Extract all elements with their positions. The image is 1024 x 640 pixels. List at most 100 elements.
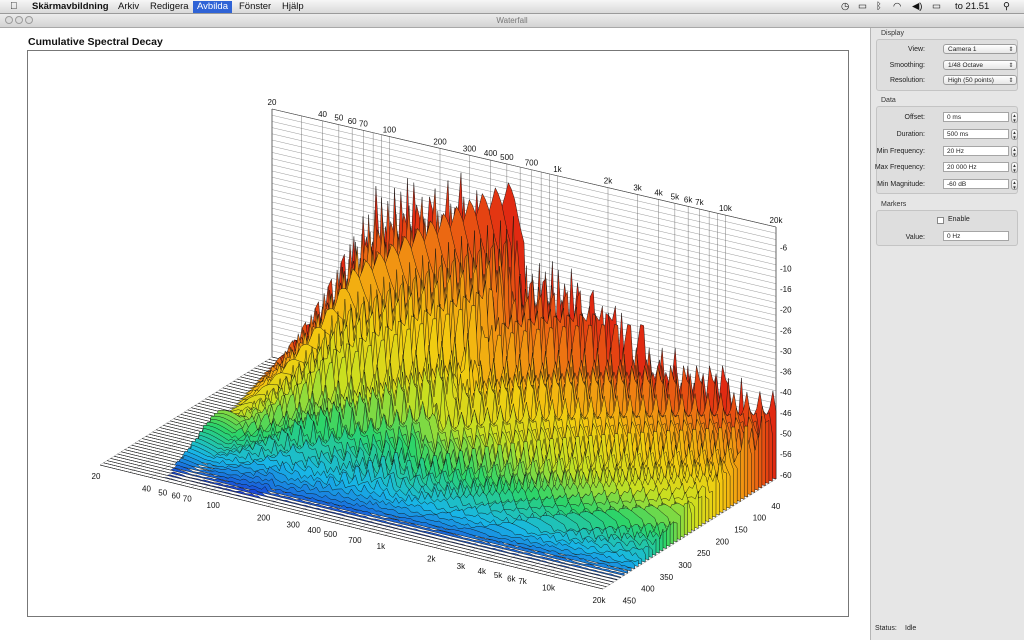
back-frequency-tick-label: 40 bbox=[318, 110, 327, 119]
waterfall-plot[interactable]: 20 40 50 60 70 100 200 300 400 500 700 1k 2k 3k 4k 5k 6k… bbox=[27, 50, 849, 617]
duration-label: Duration: bbox=[896, 131, 925, 138]
magnitude-tick-label: -50 bbox=[780, 430, 792, 439]
resolution-select[interactable]: High (50 points) ⇕ bbox=[943, 75, 1017, 85]
magnitude-tick-label: -56 bbox=[780, 450, 792, 459]
magnitude-tick-label: -20 bbox=[780, 306, 792, 315]
offset-field[interactable]: 0 ms bbox=[943, 112, 1009, 122]
magnitude-tick-label: -36 bbox=[780, 368, 792, 377]
magnitude-tick-label: -6 bbox=[780, 244, 788, 253]
back-wall-gridline bbox=[271, 108, 777, 228]
back-frequency-tick-label: 3k bbox=[633, 184, 642, 193]
magnitude-tick-label: -30 bbox=[780, 347, 792, 356]
view-select[interactable]: Camera 1 ⇕ bbox=[943, 44, 1017, 54]
front-frequency-tick-label: 20k bbox=[593, 596, 607, 605]
front-frequency-tick-label: 1k bbox=[377, 542, 386, 551]
back-frequency-tick-label: 6k bbox=[684, 195, 693, 204]
popup-arrows-icon: ⇕ bbox=[1008, 78, 1014, 84]
magnitude-tick-label: -16 bbox=[780, 285, 792, 294]
status-label: Status: bbox=[875, 625, 897, 632]
back-frequency-tick-label: 70 bbox=[359, 119, 368, 128]
menu-hjalp[interactable]: Hjälp bbox=[278, 1, 308, 13]
data-section-title: Data bbox=[881, 97, 896, 104]
offset-stepper[interactable]: ▲ ▼ bbox=[1011, 112, 1018, 123]
status-value: Idle bbox=[905, 625, 917, 632]
apple-menu-icon[interactable]:  bbox=[6, 1, 22, 13]
duration-field[interactable]: 500 ms bbox=[943, 129, 1009, 139]
enable-label: Enable bbox=[948, 216, 970, 223]
min-frequency-field[interactable]: 20 Hz bbox=[943, 146, 1009, 156]
duration-stepper[interactable]: ▲ ▼ bbox=[1011, 129, 1018, 140]
back-frequency-tick-label: 300 bbox=[463, 144, 477, 153]
back-frequency-tick-label: 10k bbox=[719, 204, 733, 213]
magnitude-tick-label: -40 bbox=[780, 388, 792, 397]
window-title: Waterfall bbox=[496, 16, 528, 25]
offset-label: Offset: bbox=[904, 114, 926, 121]
back-frequency-tick-label: 500 bbox=[500, 153, 514, 162]
spotlight-icon[interactable]: ⚲ bbox=[1003, 1, 1010, 12]
time-tick-label: 40 bbox=[771, 502, 780, 511]
max-frequency-field[interactable]: 20 000 Hz bbox=[943, 162, 1009, 172]
min-frequency-stepper[interactable]: ▲ ▼ bbox=[1011, 146, 1018, 157]
resolution-label: Resolution: bbox=[889, 77, 925, 84]
display-group: View: Camera 1 ⇕ Smoothing: 1/48 Octave ⇕ … bbox=[876, 39, 1018, 91]
close-button[interactable] bbox=[5, 16, 13, 24]
back-wall-gridline bbox=[271, 115, 777, 234]
menu-app-name[interactable]: Skärmavbildning bbox=[28, 1, 113, 13]
back-frequency-tick-label: 2k bbox=[604, 177, 613, 186]
data-group: Offset: 0 ms ▲ ▼ Duration: 500 ms ▲ ▼ Min … bbox=[874, 106, 1018, 194]
back-frequency-tick-label: 400 bbox=[484, 149, 498, 158]
back-wall-gridline bbox=[271, 127, 777, 247]
menu-arkiv[interactable]: Arkiv bbox=[114, 1, 143, 13]
view-label: View: bbox=[908, 46, 925, 53]
time-tick-label: 200 bbox=[716, 537, 730, 546]
display-icon[interactable]: ▭ bbox=[858, 1, 867, 12]
volume-icon[interactable]: ◀) bbox=[912, 1, 922, 12]
popup-arrows-icon: ⇕ bbox=[1008, 47, 1014, 53]
marker-value-field[interactable]: 0 Hz bbox=[943, 231, 1009, 241]
front-frequency-tick-label: 100 bbox=[207, 501, 221, 510]
menu-redigera[interactable]: Redigera bbox=[146, 1, 193, 13]
minimize-button[interactable] bbox=[15, 16, 23, 24]
magnitude-tick-label: -26 bbox=[780, 326, 792, 335]
time-tick-label: 400 bbox=[641, 585, 655, 594]
bluetooth-icon[interactable]: ᛒ bbox=[876, 1, 882, 12]
zoom-button[interactable] bbox=[25, 16, 33, 24]
front-frequency-tick-label: 7k bbox=[518, 577, 527, 586]
chart-title: Cumulative Spectral Decay bbox=[28, 36, 163, 48]
front-frequency-tick-label: 40 bbox=[142, 484, 151, 493]
clock[interactable]: to 21.51 bbox=[955, 1, 989, 12]
back-wall-gridline bbox=[271, 121, 777, 240]
wifi-icon[interactable]: ◠ bbox=[893, 1, 901, 12]
display-section-title: Display bbox=[881, 30, 904, 37]
smoothing-select[interactable]: 1/48 Octave ⇕ bbox=[943, 60, 1017, 70]
max-frequency-stepper[interactable]: ▲ ▼ bbox=[1011, 162, 1018, 173]
min-magnitude-label: Min Magnitude: bbox=[877, 181, 925, 188]
marker-value-label: Value: bbox=[905, 234, 925, 241]
menu-fonster[interactable]: Fönster bbox=[235, 1, 275, 13]
front-frequency-tick-label: 5k bbox=[494, 571, 503, 580]
time-machine-icon[interactable]: ◷ bbox=[841, 1, 849, 12]
magnitude-tick-label: -60 bbox=[780, 471, 792, 480]
min-frequency-label: Min Frequency: bbox=[876, 148, 925, 155]
window-title-bar: Waterfall bbox=[0, 14, 1024, 28]
time-tick-label: 150 bbox=[734, 525, 748, 534]
menu-avbilda[interactable]: Avbilda bbox=[193, 1, 232, 13]
min-magnitude-stepper[interactable]: ▲ ▼ bbox=[1011, 179, 1018, 190]
max-frequency-label: Max Frequency: bbox=[874, 164, 925, 171]
min-magnitude-field[interactable]: -60 dB bbox=[943, 179, 1009, 189]
time-tick-label: 300 bbox=[678, 561, 692, 570]
back-frequency-tick-label: 60 bbox=[348, 117, 357, 126]
waterfall-svg: 2040 50 60 70100200300400 5007001k2k3k4k 5k 6k… bbox=[92, 98, 793, 605]
front-frequency-tick-label: 500 bbox=[324, 530, 338, 539]
time-tick-label: 450 bbox=[623, 596, 637, 605]
front-frequency-tick-label: 60 bbox=[172, 492, 181, 501]
back-frequency-tick-label: 50 bbox=[334, 114, 343, 123]
front-frequency-tick-label: 700 bbox=[348, 536, 362, 545]
back-frequency-tick-label: 7k bbox=[695, 198, 704, 207]
enable-markers-checkbox[interactable] bbox=[937, 217, 944, 224]
back-frequency-tick-label: 700 bbox=[525, 159, 539, 168]
smoothing-value: 1/48 Octave bbox=[948, 62, 984, 69]
back-wall-gridline bbox=[271, 133, 777, 253]
magnitude-tick-label: -10 bbox=[780, 264, 792, 273]
battery-icon[interactable]: ▭ bbox=[932, 1, 941, 12]
